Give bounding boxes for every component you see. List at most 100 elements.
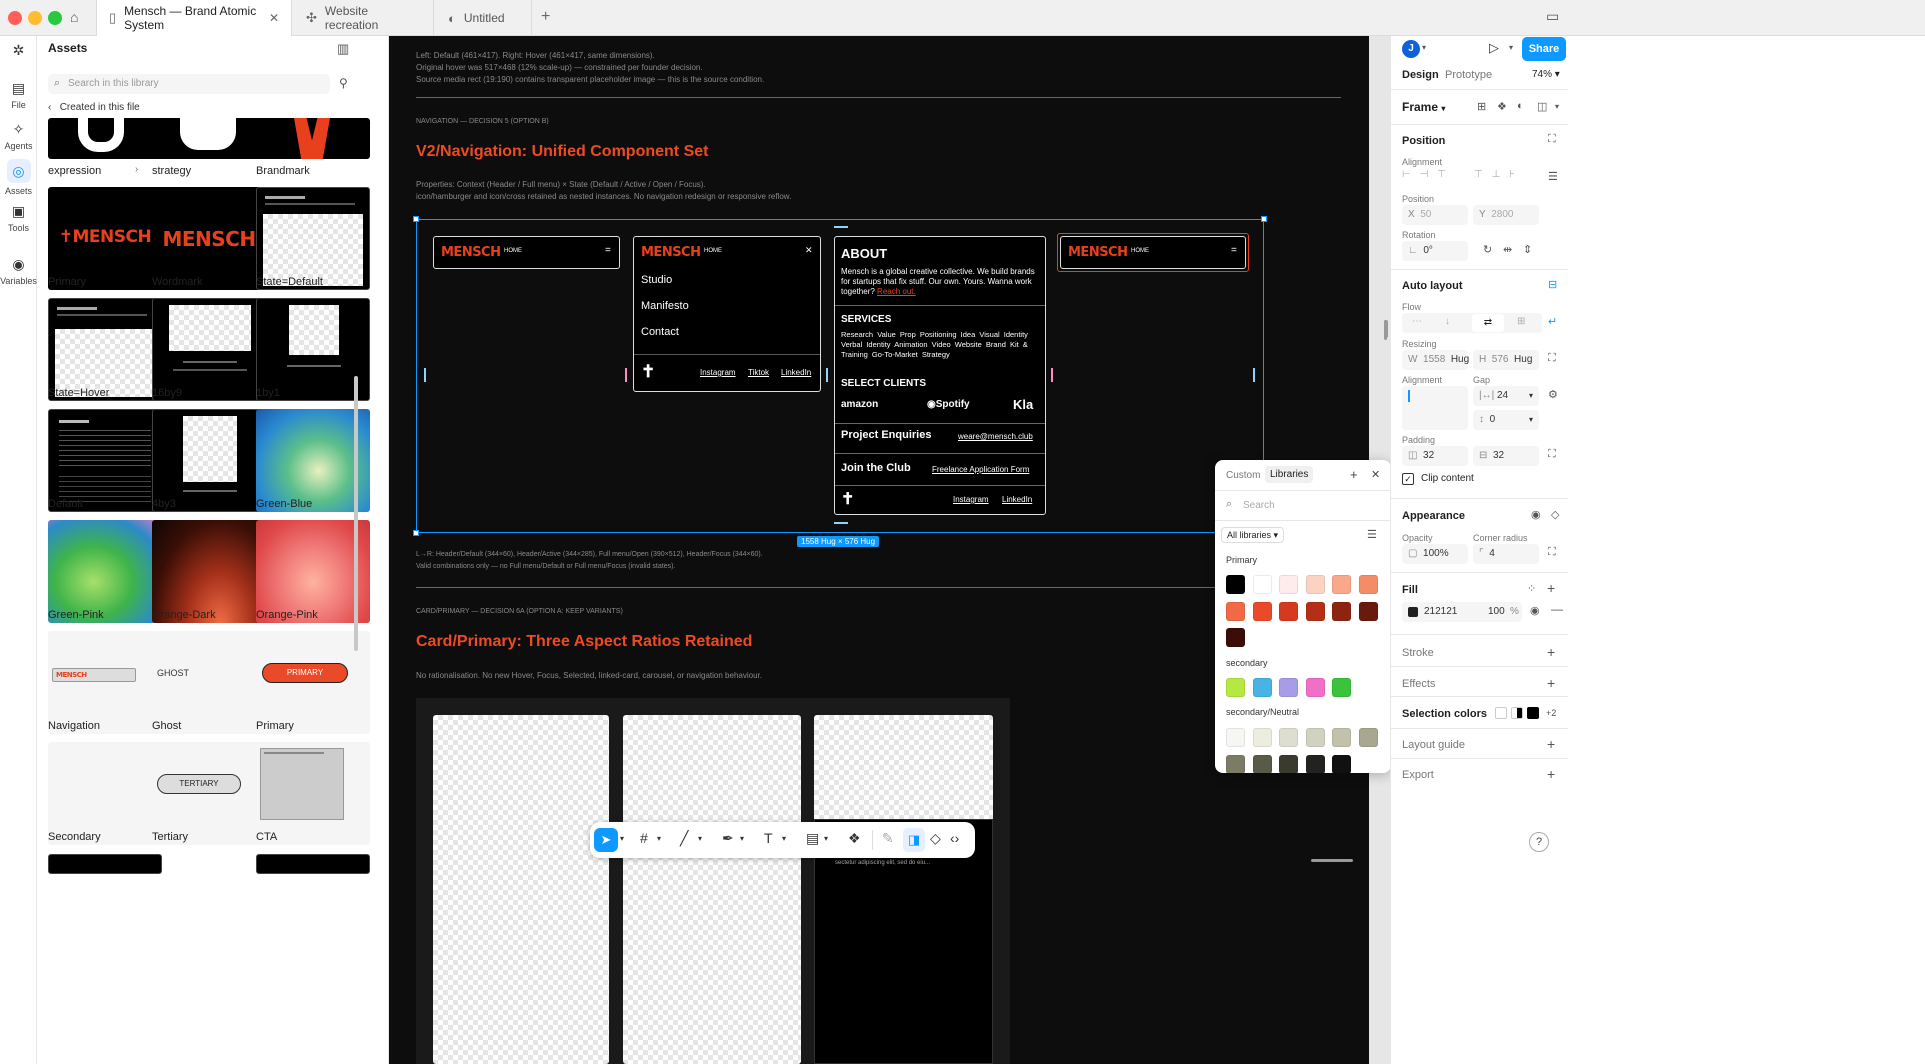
- create-component-icon[interactable]: ❖: [1497, 100, 1507, 113]
- chevron-right-icon[interactable]: ›: [135, 164, 138, 175]
- move-tool-icon[interactable]: ➤: [594, 828, 618, 852]
- individual-padding-icon[interactable]: ⛶: [1548, 448, 1556, 461]
- color-swatch[interactable]: [1305, 575, 1325, 594]
- asset-thumb-state-default[interactable]: [256, 187, 370, 290]
- rail-variables[interactable]: ◉ Variables: [0, 256, 37, 286]
- chevron-down-icon[interactable]: ▾: [1509, 43, 1513, 52]
- asset-thumb-primary[interactable]: ✝MENSCH: [48, 187, 162, 290]
- independent-corners-icon[interactable]: ⛶: [1548, 546, 1556, 559]
- color-swatch[interactable]: [1332, 575, 1351, 594]
- close-window-button[interactable]: [8, 11, 22, 25]
- asset-thumb-4by3[interactable]: [152, 409, 266, 512]
- vertical-padding-field[interactable]: ⊟ 32: [1473, 446, 1539, 466]
- asset-thumb-expression[interactable]: [48, 118, 162, 159]
- line-tool-icon[interactable]: ╱: [680, 830, 688, 847]
- corner-radius-field[interactable]: ⌜ 4: [1473, 544, 1539, 564]
- nav-full-menu-open[interactable]: MENSCH HOME ✕ Studio Manifesto Contact ✝…: [633, 236, 821, 392]
- chevron-down-icon[interactable]: ▾: [620, 834, 624, 843]
- tab-design[interactable]: Design: [1402, 69, 1439, 81]
- asset-thumb-orange-pink[interactable]: [256, 520, 370, 623]
- color-swatch[interactable]: [1252, 754, 1272, 773]
- resize-handle[interactable]: [413, 216, 419, 222]
- card-1by1[interactable]: [814, 715, 993, 819]
- asset-thumb-tertiary[interactable]: TERTIARY: [152, 742, 266, 845]
- y-field[interactable]: Y 2800: [1473, 205, 1539, 225]
- asset-thumb-state-hover[interactable]: [48, 298, 162, 401]
- reach-out-link[interactable]: Reach out.: [877, 287, 916, 296]
- tab-libraries[interactable]: Libraries: [1265, 466, 1314, 483]
- card-16by9[interactable]: [433, 715, 609, 1064]
- align-horizontal-buttons[interactable]: ⊢⊣⊤: [1402, 169, 1470, 189]
- tab-website-recreation[interactable]: ✣ Website recreation: [294, 0, 434, 36]
- vertical-gap-field[interactable]: ↕ 0 ▾: [1473, 410, 1539, 430]
- boolean-icon[interactable]: ◫: [1537, 100, 1547, 113]
- color-swatch[interactable]: [1226, 601, 1245, 621]
- panel-resize-handle[interactable]: [1384, 320, 1388, 338]
- card-4by3[interactable]: [623, 715, 801, 1064]
- chevron-down-icon[interactable]: ▾: [1422, 43, 1426, 52]
- asset-thumb-navigation[interactable]: MENSCH: [48, 631, 162, 734]
- fill-visibility-icon[interactable]: ◉: [1530, 604, 1540, 617]
- email-link[interactable]: weare@mensch.club: [958, 432, 1033, 441]
- design-mode-icon[interactable]: ◨: [903, 828, 925, 852]
- chevron-down-icon[interactable]: ▾: [782, 834, 786, 843]
- constraints-icon[interactable]: ⛶: [1548, 133, 1556, 146]
- close-icon[interactable]: ✕: [805, 245, 813, 256]
- freelance-link[interactable]: Freelance Application Form: [932, 465, 1029, 474]
- color-swatch[interactable]: [1358, 575, 1378, 594]
- figma-menu-icon[interactable]: ✲: [0, 42, 37, 62]
- add-layout-guide-icon[interactable]: +: [1547, 736, 1555, 752]
- color-swatch[interactable]: [1358, 728, 1378, 747]
- style-grid-icon[interactable]: ⁘: [1527, 582, 1536, 595]
- selection-color-mixed[interactable]: [1511, 707, 1523, 719]
- chevron-down-icon[interactable]: ▾: [698, 834, 702, 843]
- color-swatch[interactable]: [1332, 728, 1351, 747]
- selection-color-white[interactable]: [1495, 707, 1507, 719]
- add-icon[interactable]: +: [1350, 467, 1358, 482]
- color-swatch[interactable]: [1279, 575, 1298, 594]
- nav-header-active-about[interactable]: ABOUT Mensch is a global creative collec…: [834, 236, 1046, 515]
- color-swatch[interactable]: [1226, 628, 1245, 647]
- color-swatch[interactable]: [1252, 575, 1272, 594]
- align-vertical-buttons[interactable]: ⊤⊥⊦: [1474, 169, 1542, 189]
- share-button[interactable]: Share: [1522, 37, 1566, 61]
- menu-item-manifesto[interactable]: Manifesto: [641, 300, 689, 312]
- color-swatch[interactable]: [1226, 754, 1245, 773]
- home-icon[interactable]: ⌂: [70, 9, 78, 25]
- rail-tools[interactable]: ▣ Tools: [0, 203, 37, 233]
- text-tool-icon[interactable]: T: [764, 830, 773, 846]
- flow-toggle[interactable]: ⋯ ↓ ⇄ ⊞: [1402, 313, 1542, 333]
- pen-tool-icon[interactable]: ✒: [722, 830, 734, 847]
- asset-search-input[interactable]: ⌕ Search in this library: [48, 74, 330, 94]
- chevron-down-icon[interactable]: ▾: [740, 834, 744, 843]
- library-book-icon[interactable]: ▥: [337, 41, 349, 57]
- asset-thumb-brandmark[interactable]: [256, 118, 370, 159]
- add-effect-icon[interactable]: +: [1547, 675, 1555, 691]
- flip-vertical-icon[interactable]: ⇕: [1523, 243, 1532, 256]
- color-swatch[interactable]: [1332, 754, 1351, 773]
- minimize-window-button[interactable]: [28, 11, 42, 25]
- color-swatch[interactable]: [1252, 728, 1272, 747]
- remove-fill-icon[interactable]: —: [1551, 602, 1563, 616]
- maximize-window-button[interactable]: [48, 11, 62, 25]
- clip-content-checkbox[interactable]: ✓: [1402, 473, 1414, 485]
- canvas-hscrollbar[interactable]: [1311, 859, 1353, 862]
- tab-mensch[interactable]: ▯ Mensch — Brand Atomic System ✕: [96, 0, 292, 36]
- wrap-icon[interactable]: ↵: [1548, 315, 1557, 328]
- new-tab-icon[interactable]: +: [541, 8, 550, 26]
- blend-mode-icon[interactable]: ◇: [1551, 508, 1559, 521]
- asset-thumb-16by9[interactable]: [152, 298, 266, 401]
- advanced-layout-icon[interactable]: ⚙: [1548, 388, 1558, 401]
- chevron-down-icon[interactable]: ▾: [824, 834, 828, 843]
- color-swatch[interactable]: [1279, 678, 1298, 697]
- alignment-grid[interactable]: [1402, 386, 1468, 430]
- fill-color-chip[interactable]: [1408, 607, 1418, 617]
- horizontal-padding-field[interactable]: ◫ 32: [1402, 446, 1468, 466]
- gap-field[interactable]: |↔| 24 ▾: [1473, 386, 1539, 406]
- asset-thumb-wordmark[interactable]: MENSCH: [152, 187, 266, 290]
- zoom-level[interactable]: 74% ▾: [1532, 69, 1560, 80]
- list-view-icon[interactable]: ☰: [1367, 528, 1377, 541]
- nav-header-focus[interactable]: MENSCH HOME =: [1060, 236, 1246, 269]
- asset-thumb-cta[interactable]: [256, 742, 370, 845]
- asset-thumb-strategy[interactable]: [152, 118, 266, 159]
